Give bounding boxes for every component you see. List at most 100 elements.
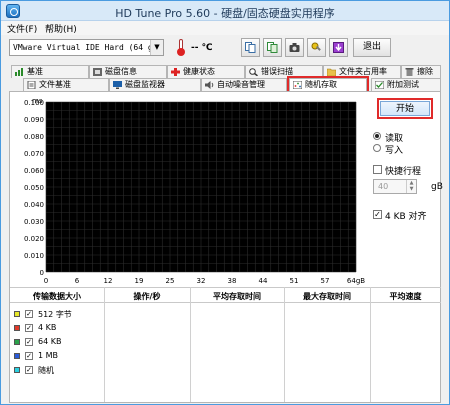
tab-label: 擦除 [417, 67, 433, 76]
extra-tests-icon [375, 81, 384, 89]
options-icon [311, 42, 321, 51]
x-tick-label: 0 [44, 277, 48, 285]
series-color-swatch [14, 353, 20, 359]
tab-label: 基准 [27, 67, 43, 76]
app-window: HD Tune Pro 5.60 - 硬盘/固态硬盘实用程序 文件(F) 帮助(… [0, 0, 450, 405]
tab-erase[interactable]: 擦除 [401, 65, 441, 78]
write-label: 写入 [385, 146, 404, 156]
tab-label: 磁盘监视器 [125, 80, 165, 89]
col-max-access: 最大存取时间 [303, 292, 351, 301]
tab-disk-info[interactable]: 磁盘信息 [89, 65, 167, 78]
trash-icon [405, 68, 414, 76]
screenshot-button[interactable] [285, 38, 304, 57]
tab-benchmark[interactable]: 基准 [11, 65, 89, 78]
col-transfer-size: 传输数据大小 [33, 292, 81, 301]
copy-info-icon [245, 42, 256, 53]
x-tick-label: 51 [290, 277, 299, 285]
chevron-down-icon[interactable]: ▼ [150, 40, 163, 55]
tab-aam[interactable]: 自动噪音管理 [201, 78, 287, 91]
column-divider [190, 287, 191, 402]
copy-info-button[interactable] [241, 38, 260, 57]
disk-info-icon [93, 68, 102, 76]
x-tick-label: 32 [197, 277, 206, 285]
y-tick-label: 0.040 [24, 201, 44, 209]
series-checkbox[interactable]: ✓ [25, 366, 33, 374]
series-label: 512 字节 [38, 310, 72, 319]
magnifier-icon [249, 68, 258, 76]
start-button-label: 开始 [380, 101, 430, 116]
window-title: HD Tune Pro 5.60 - 硬盘/固态硬盘实用程序 [115, 7, 335, 20]
y-tick-label: 0.030 [24, 218, 44, 226]
short-stroke-label: 快捷行程 [385, 167, 422, 177]
y-tick-label: 0.060 [24, 167, 44, 175]
short-stroke-unit: gB [431, 182, 443, 192]
copy-screenshot-icon [267, 42, 278, 53]
series-label: 1 MB [38, 351, 59, 360]
thermometer-icon [177, 39, 185, 56]
save-button[interactable] [329, 38, 348, 57]
y-tick-label: 0.010 [24, 252, 44, 260]
y-tick-label: 0.100 [24, 99, 44, 107]
tab-label: 错误扫描 [261, 67, 293, 76]
short-stroke-spinner[interactable]: 40 ▲ ▼ [373, 179, 417, 194]
tab-label: 健康状态 [183, 67, 215, 76]
tab-extra-tests[interactable]: 附加测试 [371, 78, 441, 91]
exit-button[interactable]: 退出 [353, 38, 391, 57]
menu-file[interactable]: 文件(F) [7, 22, 37, 35]
x-tick-label: 64gB [347, 277, 365, 285]
x-tick-label: 25 [166, 277, 175, 285]
series-label: 随机 [38, 366, 54, 375]
drive-select-value: VMware Virtual IDE Hard (64 gB) [13, 43, 163, 52]
series-checkbox[interactable]: ✓ [25, 324, 33, 332]
folder-icon [327, 68, 336, 76]
options-button[interactable] [307, 38, 326, 57]
x-tick-label: 6 [75, 277, 80, 285]
x-tick-label: 19 [135, 277, 144, 285]
write-radio[interactable] [373, 144, 381, 152]
tab-row-1: 基准 磁盘信息 健康状态 错误扫描 文件夹占用率 擦除 [9, 65, 441, 78]
chart-svg: 0.100 0.090 0.080 0.070 0.060 0.050 0.040 0.030… [24, 99, 365, 285]
copy-screenshot-button[interactable] [263, 38, 282, 57]
read-radio[interactable] [373, 132, 381, 140]
col-avg-access: 平均存取时间 [213, 292, 261, 301]
benchmark-icon [15, 68, 23, 76]
tab-file-benchmark[interactable]: 文件基准 [23, 78, 109, 91]
col-avg-speed: 平均速度 [389, 292, 422, 301]
health-cross-icon [171, 68, 180, 76]
series-checkbox[interactable]: ✓ [25, 352, 33, 360]
start-button[interactable]: 开始 [377, 98, 433, 119]
series-color-swatch [14, 367, 20, 373]
y-tick-label: 0.070 [24, 150, 44, 158]
file-benchmark-icon [27, 81, 36, 89]
series-checkbox[interactable]: ✓ [25, 338, 33, 346]
y-tick-label: 0.050 [24, 184, 44, 192]
tab-row-2: 文件基准 磁盘监视器 自动噪音管理 随机存取 附加测试 [9, 78, 441, 92]
menu-help[interactable]: 帮助(H) [45, 22, 77, 35]
access-time-chart: ms 0.100 0.090 0.080 0.070 0.060 0.050 0.040 0.… [12, 94, 368, 285]
series-checkbox[interactable]: ✓ [25, 310, 33, 318]
x-tick-label: 44 [259, 277, 268, 285]
tab-label: 自动噪音管理 [217, 80, 265, 89]
x-tick-label: 57 [321, 277, 330, 285]
drive-select[interactable]: VMware Virtual IDE Hard (64 gB) ▼ [9, 39, 164, 56]
table-header: 传输数据大小 操作/秒 平均存取时间 最大存取时间 平均速度 [10, 287, 441, 303]
results-table: 传输数据大小 操作/秒 平均存取时间 最大存取时间 平均速度 ✓ 512 字节 ✓ 4… [10, 287, 441, 402]
temperature-readout: -- ℃ [191, 43, 213, 53]
align-4kb-checkbox[interactable]: ✓ [373, 210, 382, 219]
x-tick-label: 38 [228, 277, 237, 285]
series-color-swatch [14, 311, 20, 317]
col-ops-per-sec: 操作/秒 [133, 292, 161, 301]
menu-bar: 文件(F) 帮助(H) [1, 21, 449, 35]
monitor-icon [113, 81, 122, 89]
spinner-arrows-icon[interactable]: ▲ ▼ [406, 180, 416, 193]
short-stroke-value: 40 [378, 182, 389, 191]
tab-health[interactable]: 健康状态 [167, 65, 245, 78]
speaker-icon [205, 81, 214, 89]
y-tick-label: 0.080 [24, 133, 44, 141]
y-tick-label: 0.090 [24, 116, 44, 124]
series-label: 4 KB [38, 323, 57, 332]
y-tick-label: 0 [40, 269, 44, 277]
y-tick-label: 0.020 [24, 235, 44, 243]
short-stroke-checkbox[interactable] [373, 165, 382, 174]
tab-disk-monitor[interactable]: 磁盘监视器 [109, 78, 201, 91]
